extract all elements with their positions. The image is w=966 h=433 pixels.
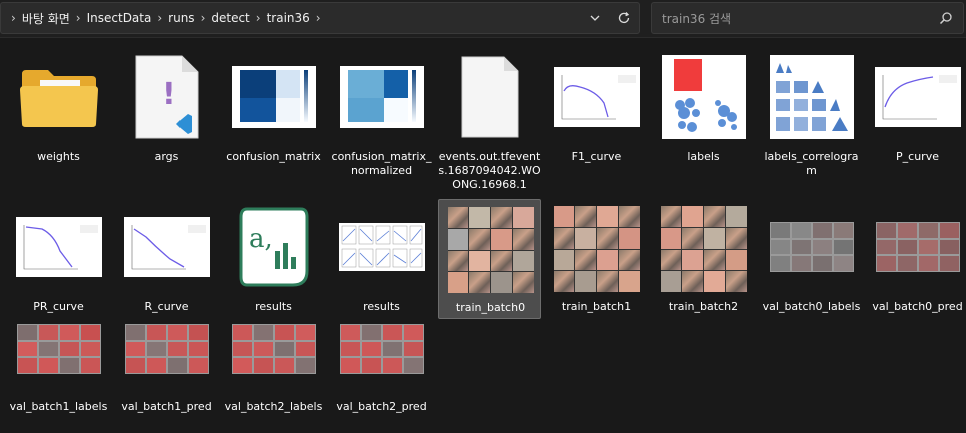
file-item[interactable]: val_batch1_pred — [115, 323, 218, 423]
chevron-right-icon[interactable]: › — [316, 11, 321, 25]
file-item[interactable]: val_batch1_labels — [7, 323, 110, 423]
file-item[interactable]: labels_correlogram — [760, 49, 863, 194]
image-thumbnail — [222, 301, 325, 397]
image-thumbnail — [652, 49, 755, 145]
image-thumbnail — [115, 199, 218, 295]
file-name: confusion_matrix_normalized — [331, 150, 432, 177]
file-item[interactable]: ! args — [115, 49, 218, 179]
folder-icon — [7, 49, 110, 145]
file-icon — [438, 49, 541, 145]
file-name: train_batch2 — [668, 300, 739, 313]
breadcrumb-item-train36[interactable]: train36 — [267, 11, 310, 25]
file-name: train_batch1 — [561, 300, 632, 313]
file-item[interactable]: val_batch0_labels — [760, 199, 863, 319]
file-name: P_curve — [896, 150, 939, 163]
address-bar[interactable]: › 바탕 화면 › InsectData › runs › detect › t… — [0, 2, 640, 34]
file-name: val_batch2_pred — [336, 400, 427, 413]
file-name: train_batch0 — [455, 301, 526, 314]
image-thumbnail — [652, 201, 755, 297]
refresh-button[interactable] — [613, 8, 635, 28]
chevron-right-icon[interactable]: › — [157, 11, 162, 25]
csv-file-icon: a, — [222, 199, 325, 295]
file-grid: weights ! args confusion_matrix confusio… — [0, 37, 966, 433]
image-thumbnail — [760, 199, 863, 295]
vscode-file-icon: ! — [115, 49, 218, 145]
image-thumbnail — [760, 49, 863, 145]
chevron-down-icon — [590, 15, 600, 21]
file-name: labels_correlogram — [764, 150, 859, 177]
image-thumbnail — [866, 199, 966, 295]
file-item[interactable]: val_batch2_pred — [330, 323, 433, 423]
file-name: events.out.tfevents.1687094042.WOONG.169… — [438, 150, 541, 191]
file-name: val_batch1_pred — [121, 400, 212, 413]
file-item[interactable]: val_batch0_pred — [866, 199, 966, 319]
chevron-right-icon[interactable]: › — [11, 11, 16, 25]
file-name: labels — [687, 150, 720, 163]
refresh-icon — [618, 12, 630, 24]
file-item[interactable]: events.out.tfevents.1687094042.WOONG.169… — [438, 49, 541, 209]
image-thumbnail — [115, 301, 218, 397]
chevron-right-icon[interactable]: › — [76, 11, 81, 25]
image-thumbnail — [330, 49, 433, 145]
file-item[interactable]: train_batch2 — [652, 199, 755, 319]
file-name: val_batch2_labels — [224, 400, 323, 413]
file-item[interactable]: weights — [7, 49, 110, 179]
file-item[interactable]: confusion_matrix_normalized — [330, 49, 433, 179]
file-item[interactable]: train_batch1 — [545, 199, 648, 319]
image-thumbnail — [7, 301, 110, 397]
history-dropdown-button[interactable] — [584, 8, 606, 28]
file-item-selected[interactable]: train_batch0 — [438, 199, 541, 319]
image-thumbnail — [330, 199, 433, 295]
file-name: val_batch1_labels — [9, 400, 108, 413]
file-item[interactable]: P_curve — [866, 49, 966, 179]
image-thumbnail — [545, 49, 648, 145]
file-name: confusion_matrix — [226, 150, 321, 163]
file-name: val_batch0_pred — [872, 300, 963, 313]
image-thumbnail — [545, 201, 648, 297]
search-icon[interactable] — [939, 11, 953, 25]
file-name: val_batch0_labels — [762, 300, 861, 313]
chevron-right-icon[interactable]: › — [201, 11, 206, 25]
image-thumbnail — [330, 301, 433, 397]
svg-text:!: ! — [162, 77, 176, 112]
file-item[interactable]: val_batch2_labels — [222, 323, 325, 423]
image-thumbnail — [866, 49, 966, 145]
search-box[interactable] — [651, 2, 964, 34]
image-thumbnail — [439, 202, 542, 298]
file-item[interactable]: labels — [652, 49, 755, 179]
breadcrumb-item-desktop[interactable]: 바탕 화면 — [22, 10, 70, 27]
breadcrumb-item-runs[interactable]: runs — [168, 11, 194, 25]
file-name: F1_curve — [571, 150, 622, 163]
search-input[interactable] — [660, 9, 934, 29]
breadcrumb-item-detect[interactable]: detect — [211, 11, 249, 25]
breadcrumb: › 바탕 화면 › InsectData › runs › detect › t… — [5, 3, 327, 33]
breadcrumb-item-insectdata[interactable]: InsectData — [87, 11, 152, 25]
file-name: args — [154, 150, 179, 163]
svg-text:a,: a, — [249, 224, 273, 254]
chevron-right-icon[interactable]: › — [256, 11, 261, 25]
toolbar: › 바탕 화면 › InsectData › runs › detect › t… — [0, 0, 966, 38]
image-thumbnail — [7, 199, 110, 295]
file-name: weights — [37, 150, 80, 163]
file-item[interactable]: F1_curve — [545, 49, 648, 179]
image-thumbnail — [222, 49, 325, 145]
file-item[interactable]: confusion_matrix — [222, 49, 325, 179]
